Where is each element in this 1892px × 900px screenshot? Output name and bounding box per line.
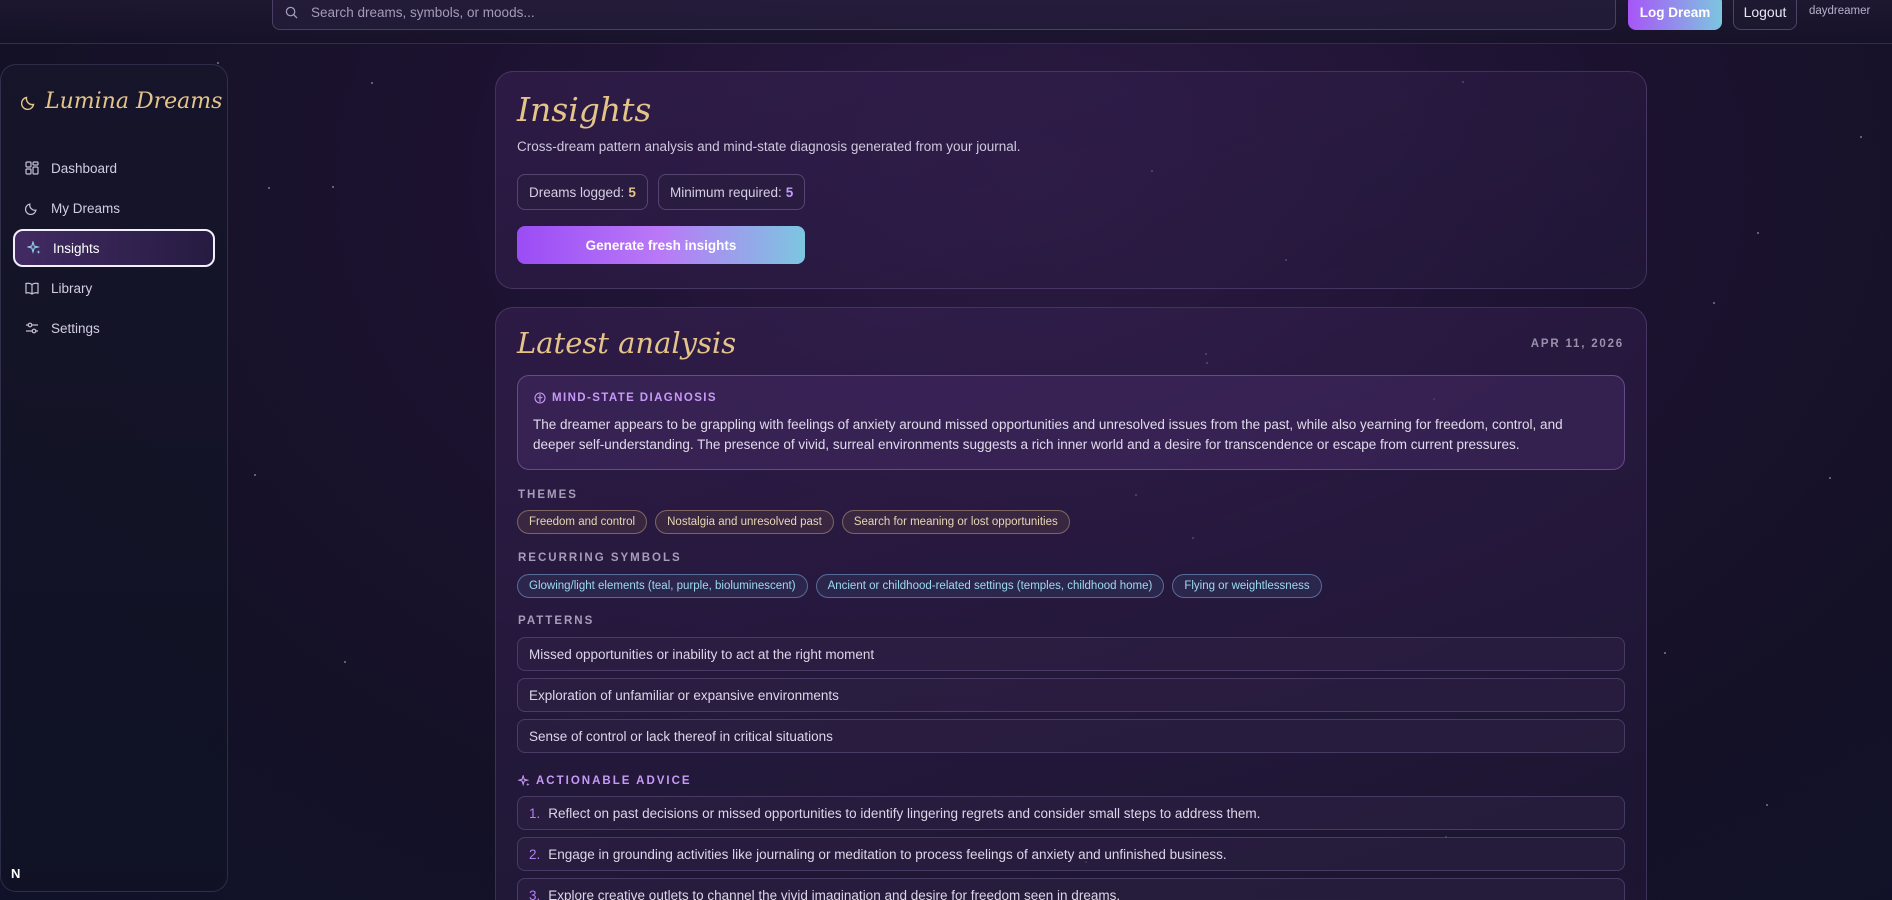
insights-card: Insights Cross-dream pattern analysis an… <box>495 71 1647 289</box>
advice-item: 2. Engage in grounding activities like j… <box>517 837 1625 871</box>
sidebar-item-dashboard[interactable]: Dashboard <box>13 149 215 187</box>
book-icon <box>25 281 39 295</box>
top-bar: Log Dream Logout daydreamer <box>0 0 1892 44</box>
sidebar: Lumina Dreams Dashboard My Dreams Insigh… <box>0 64 228 892</box>
sidebar-item-settings[interactable]: Settings <box>13 309 215 347</box>
diagnosis-text: The dreamer appears to be grappling with… <box>533 417 1563 452</box>
sidebar-item-insights[interactable]: Insights <box>13 229 215 267</box>
themes-label: THEMES <box>518 489 578 501</box>
theme-chip[interactable]: Freedom and control <box>517 510 648 534</box>
sparkles-icon <box>27 241 41 255</box>
advice-item: 1. Reflect on past decisions or missed o… <box>517 796 1625 830</box>
pattern-text: Sense of control or lack thereof in crit… <box>529 728 833 744</box>
advice-number: 2. <box>529 846 541 862</box>
log-dream-button[interactable]: Log Dream <box>1628 0 1722 30</box>
actionable-advice-label: ACTIONABLE ADVICE <box>518 775 692 787</box>
theme-chip[interactable]: Nostalgia and unresolved past <box>655 510 834 534</box>
framework-badge[interactable]: N <box>11 866 27 882</box>
search-input[interactable] <box>311 4 1615 20</box>
advice-item: 3. Explore creative outlets to channel t… <box>517 878 1625 900</box>
pattern-text: Exploration of unfamiliar or expansive e… <box>529 687 839 703</box>
section-title: Latest analysis <box>517 326 737 360</box>
advice-text: Reflect on past decisions or missed oppo… <box>548 805 1261 821</box>
theme-chip[interactable]: Search for meaning or lost opportunities <box>841 510 1070 534</box>
diagnosis-label: MIND-STATE DIAGNOSIS <box>534 392 717 404</box>
advice-text: Engage in grounding activities like jour… <box>548 846 1227 862</box>
brain-icon <box>534 392 546 404</box>
page-title: Insights <box>517 90 652 129</box>
sidebar-item-library[interactable]: Library <box>13 269 215 307</box>
dreams-logged-stat: Dreams logged: 5 <box>517 174 648 210</box>
symbol-chip[interactable]: Flying or weightlessness <box>1172 574 1322 598</box>
advice-text: Explore creative outlets to channel the … <box>548 887 1121 900</box>
pattern-text: Missed opportunities or inability to act… <box>529 646 875 662</box>
advice-number: 3. <box>529 887 541 900</box>
brand-logo[interactable]: Lumina Dreams <box>21 89 222 114</box>
minimum-required-stat: Minimum required: 5 <box>658 174 806 210</box>
minimum-required-value: 5 <box>785 184 794 200</box>
search-icon <box>285 6 298 19</box>
sidebar-item-label: My Dreams <box>51 200 121 216</box>
sidebar-item-my-dreams[interactable]: My Dreams <box>13 189 215 227</box>
pattern-item: Sense of control or lack thereof in crit… <box>517 719 1625 753</box>
sidebar-item-label: Library <box>51 280 93 296</box>
pattern-item: Missed opportunities or inability to act… <box>517 637 1625 671</box>
latest-analysis-card: Latest analysis APR 11, 2026 MIND-STATE … <box>495 307 1647 900</box>
dashboard-icon <box>25 161 39 175</box>
sidebar-item-label: Settings <box>51 320 100 336</box>
moon-icon <box>25 201 39 215</box>
patterns-label: PATTERNS <box>518 615 595 627</box>
sparkles-icon <box>518 775 530 787</box>
mind-state-diagnosis: MIND-STATE DIAGNOSIS The dreamer appears… <box>517 375 1625 470</box>
generate-insights-button[interactable]: Generate fresh insights <box>517 226 805 264</box>
sidebar-item-label: Insights <box>53 240 100 256</box>
advice-number: 1. <box>529 805 541 821</box>
minimum-required-label: Minimum required: <box>670 184 782 200</box>
dreams-logged-label: Dreams logged: <box>529 184 625 200</box>
diagnosis-label-text: MIND-STATE DIAGNOSIS <box>552 392 717 404</box>
advice-list: 1. Reflect on past decisions or missed o… <box>517 796 1625 900</box>
logout-button[interactable]: Logout <box>1733 0 1797 30</box>
symbol-chip[interactable]: Glowing/light elements (teal, purple, bi… <box>517 574 808 598</box>
search-bar[interactable] <box>272 0 1616 30</box>
dreams-logged-value: 5 <box>628 184 636 200</box>
moon-icon <box>21 96 35 110</box>
page-subtitle: Cross-dream pattern analysis and mind-st… <box>517 139 1021 154</box>
advice-label-text: ACTIONABLE ADVICE <box>536 775 692 787</box>
themes-list: Freedom and control Nostalgia and unreso… <box>517 510 1070 534</box>
pattern-item: Exploration of unfamiliar or expansive e… <box>517 678 1625 712</box>
settings-icon <box>25 321 39 335</box>
analysis-date: APR 11, 2026 <box>1530 338 1624 350</box>
sidebar-nav: Dashboard My Dreams Insights Library Set… <box>13 149 215 349</box>
username: daydreamer <box>1809 5 1871 17</box>
recurring-symbols-label: RECURRING SYMBOLS <box>518 552 682 564</box>
symbols-list: Glowing/light elements (teal, purple, bi… <box>517 574 1322 598</box>
brand-name: Lumina Dreams <box>45 89 223 114</box>
symbol-chip[interactable]: Ancient or childhood-related settings (t… <box>815 574 1165 598</box>
sidebar-item-label: Dashboard <box>51 160 118 176</box>
patterns-list: Missed opportunities or inability to act… <box>517 637 1625 760</box>
